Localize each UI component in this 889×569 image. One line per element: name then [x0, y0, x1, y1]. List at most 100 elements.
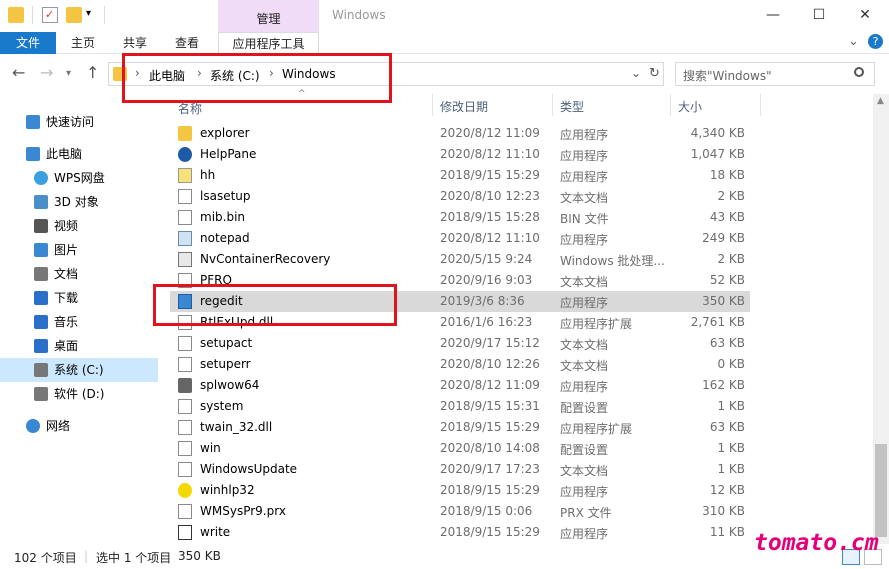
- music-icon: [34, 315, 48, 329]
- file-type: 应用程序: [560, 380, 609, 394]
- tab-file[interactable]: 文件: [0, 32, 56, 54]
- file-size: 2 KB: [717, 189, 745, 203]
- vertical-scrollbar[interactable]: ▲: [873, 94, 889, 544]
- sidebar-item-label: 下载: [54, 291, 79, 305]
- file-date: 2020/9/16 9:03: [440, 273, 533, 287]
- file-size: 1,047 KB: [690, 147, 745, 161]
- close-button[interactable]: ✕: [842, 0, 888, 32]
- table-row[interactable]: NvContainerRecovery 2020/5/15 9:24 Windows…: [170, 249, 750, 270]
- table-row[interactable]: splwow64 2020/8/12 11:09 应用程序 162 KB: [170, 375, 750, 396]
- column-type-header[interactable]: 类型: [560, 98, 584, 115]
- column-divider[interactable]: [760, 94, 761, 116]
- table-row[interactable]: mib.bin 2018/9/15 15:28 BIN 文件 43 KB: [170, 207, 750, 228]
- table-row[interactable]: twain_32.dll 2018/9/15 15:29 应用程序扩展 63 KB: [170, 417, 750, 438]
- table-row[interactable]: winhlp32 2018/9/15 15:29 应用程序 12 KB: [170, 480, 750, 501]
- table-row[interactable]: system 2018/9/15 15:31 配置设置 1 KB: [170, 396, 750, 417]
- table-row[interactable]: notepad 2020/8/12 11:10 应用程序 249 KB: [170, 228, 750, 249]
- refresh-icon[interactable]: ↻: [649, 66, 660, 81]
- text-file-icon: [178, 336, 192, 351]
- sidebar-item[interactable]: 快速访问: [0, 110, 158, 134]
- column-headers: 名称 修改日期 类型 大小: [170, 94, 880, 116]
- file-icon: [178, 210, 192, 225]
- expand-ribbon-icon[interactable]: ⌄: [848, 34, 859, 49]
- column-size-header[interactable]: 大小: [678, 98, 702, 115]
- sidebar-item[interactable]: 下载: [0, 286, 158, 310]
- folder-icon[interactable]: [8, 7, 24, 23]
- divider: [104, 6, 105, 24]
- item-count: 102 个项目: [14, 551, 77, 565]
- tab-app-tools[interactable]: 应用程序工具: [218, 32, 319, 54]
- file-name: notepad: [200, 231, 250, 245]
- properties-icon[interactable]: ✓: [42, 7, 58, 23]
- sidebar-item[interactable]: 图片: [0, 238, 158, 262]
- regedit-highlight-box: [153, 284, 397, 326]
- picture-icon: [34, 243, 48, 257]
- ribbon-tabs: 文件 主页 共享 查看 应用程序工具 ⌄ ?: [0, 32, 889, 54]
- table-row[interactable]: lsasetup 2020/8/10 12:23 文本文档 2 KB: [170, 186, 750, 207]
- file-type: 应用程序: [560, 170, 609, 184]
- sidebar-item[interactable]: 软件 (D:): [0, 382, 158, 406]
- cube-icon: [34, 195, 48, 209]
- maximize-button[interactable]: ☐: [796, 0, 842, 32]
- back-arrow-icon[interactable]: ←: [12, 63, 25, 82]
- column-divider[interactable]: [432, 94, 433, 116]
- sidebar-item[interactable]: 此电脑: [0, 142, 158, 166]
- sidebar-item[interactable]: 网络: [0, 414, 158, 438]
- file-size: 12 KB: [709, 483, 745, 497]
- scrollbar-thumb[interactable]: [875, 444, 887, 537]
- recent-locations-icon[interactable]: ▾: [66, 68, 71, 79]
- document-icon: [34, 267, 48, 281]
- sidebar-item-label: 图片: [54, 243, 79, 257]
- navigation-pane: 快速访问此电脑 WPS网盘 3D 对象 视频图片文档下载音乐桌面系统 (C:) 软件 (…: [0, 100, 160, 540]
- divider: [32, 6, 33, 24]
- column-divider[interactable]: [670, 94, 671, 116]
- computer-icon: [26, 147, 40, 161]
- desktop-icon: [34, 339, 48, 353]
- file-date: 2020/8/12 11:10: [440, 231, 540, 245]
- customize-quick-access-icon[interactable]: ▾: [86, 8, 91, 19]
- sidebar-item[interactable]: 桌面: [0, 334, 158, 358]
- dll-icon: [178, 420, 192, 435]
- table-row[interactable]: setupact 2020/9/17 15:12 文本文档 63 KB: [170, 333, 750, 354]
- table-row[interactable]: win 2020/8/10 14:08 配置设置 1 KB: [170, 438, 750, 459]
- sidebar-item[interactable]: 文档: [0, 262, 158, 286]
- search-icon[interactable]: [854, 67, 864, 77]
- address-dropdown-icon[interactable]: ⌄: [631, 66, 641, 80]
- file-size: 1 KB: [717, 462, 745, 476]
- drive-icon: [34, 387, 48, 401]
- new-folder-icon[interactable]: [66, 7, 82, 23]
- file-date: 2018/9/15 15:31: [440, 399, 540, 413]
- scroll-up-icon[interactable]: ▲: [877, 96, 884, 106]
- forward-arrow-icon[interactable]: →: [40, 63, 53, 82]
- help-icon[interactable]: ?: [868, 34, 883, 49]
- file-date: 2020/8/10 12:26: [440, 357, 540, 371]
- file-size: 43 KB: [709, 210, 745, 224]
- sidebar-item[interactable]: 系统 (C:): [0, 358, 158, 382]
- file-date: 2019/3/6 8:36: [440, 294, 525, 308]
- column-divider[interactable]: [552, 94, 553, 116]
- sidebar-item[interactable]: 视频: [0, 214, 158, 238]
- table-row[interactable]: WindowsUpdate 2020/9/17 17:23 文本文档 1 KB: [170, 459, 750, 480]
- sidebar-item[interactable]: WPS网盘: [0, 166, 158, 190]
- sidebar-item[interactable]: 音乐: [0, 310, 158, 334]
- sidebar-item-label: 音乐: [54, 315, 79, 329]
- tab-home[interactable]: 主页: [60, 32, 106, 54]
- sidebar-item-label: 桌面: [54, 339, 79, 353]
- tab-share[interactable]: 共享: [112, 32, 158, 54]
- file-date: 2020/8/12 11:09: [440, 126, 540, 140]
- tab-view[interactable]: 查看: [164, 32, 210, 54]
- up-arrow-icon[interactable]: ↑: [86, 63, 99, 82]
- file-type: 应用程序: [560, 233, 609, 247]
- minimize-button[interactable]: —: [750, 0, 796, 32]
- column-name-header[interactable]: 名称: [178, 100, 202, 117]
- sidebar-item[interactable]: 3D 对象: [0, 190, 158, 214]
- file-size: 249 KB: [702, 231, 745, 245]
- table-row[interactable]: WMSysPr9.prx 2018/9/15 0:06 PRX 文件 310 KB: [170, 501, 750, 522]
- table-row[interactable]: HelpPane 2020/8/12 11:10 应用程序 1,047 KB: [170, 144, 750, 165]
- table-row[interactable]: setuperr 2020/8/10 12:26 文本文档 0 KB: [170, 354, 750, 375]
- table-row[interactable]: explorer 2020/8/12 11:09 应用程序 4,340 KB: [170, 123, 750, 144]
- table-row[interactable]: write 2018/9/15 15:29 应用程序 11 KB: [170, 522, 750, 543]
- table-row[interactable]: hh 2018/9/15 15:29 应用程序 18 KB: [170, 165, 750, 186]
- column-date-header[interactable]: 修改日期: [440, 98, 488, 115]
- search-input[interactable]: 搜索"Windows": [675, 62, 875, 86]
